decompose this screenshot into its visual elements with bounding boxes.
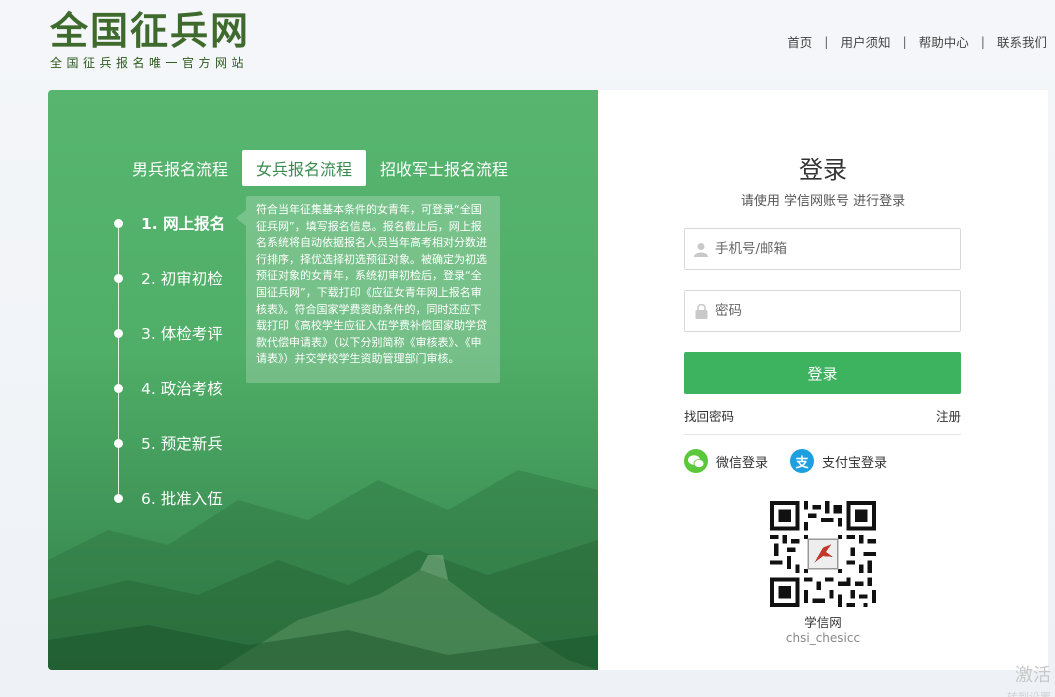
login-button[interactable]: 登录	[684, 352, 961, 394]
step-label: 4. 政治考核	[141, 380, 223, 398]
logo-title: 全国征兵网	[50, 9, 251, 53]
step-initial-check[interactable]: 2. 初审初检	[113, 267, 223, 289]
tab-male-process[interactable]: 男兵报名流程	[118, 150, 242, 186]
site-logo[interactable]: 全国征兵网 全国征兵报名唯一官方网站	[50, 10, 250, 71]
qr-sublabel: chsi_chesicc	[785, 631, 861, 645]
process-panel: 男兵报名流程 女兵报名流程 招收军士报名流程 1. 网上报名 2. 初审初检 3…	[48, 90, 598, 670]
step-approve-enlist[interactable]: 6. 批准入伍	[113, 487, 223, 509]
step-physical-exam[interactable]: 3. 体检考评	[113, 322, 223, 344]
register-link[interactable]: 注册	[936, 406, 961, 425]
password-field[interactable]	[684, 290, 961, 332]
step-online-registration[interactable]: 1. 网上报名	[113, 212, 225, 234]
alipay-login-button[interactable]: 支 支付宝登录	[790, 449, 887, 473]
divider	[684, 434, 961, 435]
step-label: 2. 初审初检	[141, 270, 223, 288]
process-tabs: 男兵报名流程 女兵报名流程 招收军士报名流程	[118, 150, 522, 186]
step-dot	[114, 273, 123, 283]
steps-timeline-line	[118, 221, 119, 496]
username-field[interactable]	[684, 228, 961, 270]
wechat-login-button[interactable]: 微信登录	[684, 449, 768, 473]
wechat-icon	[684, 449, 708, 473]
step-dot	[114, 493, 123, 503]
nav-separator: |	[902, 34, 907, 49]
tab-nco-process[interactable]: 招收军士报名流程	[366, 150, 522, 186]
top-nav: 首页 | 用户须知 | 帮助中心 | 联系我们	[787, 32, 1047, 51]
password-input[interactable]	[715, 303, 960, 319]
step-label: 6. 批准入伍	[141, 490, 223, 508]
wechat-login-label: 微信登录	[716, 455, 769, 471]
tab-female-process[interactable]: 女兵报名流程	[242, 150, 367, 186]
login-subtitle: 请使用 学信网账号 进行登录	[740, 194, 906, 209]
nav-contact-link[interactable]: 联系我们	[997, 32, 1047, 51]
nav-help-link[interactable]: 帮助中心	[919, 32, 969, 51]
alipay-icon: 支	[790, 449, 815, 473]
logo-subtitle: 全国征兵报名唯一官方网站	[50, 56, 249, 70]
nav-home-link[interactable]: 首页	[787, 32, 812, 51]
nav-user-notice-link[interactable]: 用户须知	[841, 32, 891, 51]
nav-separator: |	[824, 34, 829, 49]
qr-label: 学信网	[804, 615, 842, 630]
step-dot	[114, 218, 123, 228]
step-label: 3. 体检考评	[141, 325, 223, 343]
step-dot	[114, 328, 123, 338]
username-input[interactable]	[715, 241, 960, 257]
step-dot	[114, 383, 123, 393]
alipay-login-label: 支付宝登录	[822, 455, 888, 471]
activation-watermark: 激活	[1015, 665, 1051, 686]
social-login: 微信登录 支 支付宝登录	[684, 449, 909, 473]
step-description-tooltip: 符合当年征集基本条件的女青年，可登录“全国征兵网”，填写报名信息。报名截止后，网…	[236, 196, 500, 383]
step-label: 5. 预定新兵	[141, 435, 223, 453]
step-label: 1. 网上报名	[141, 215, 226, 233]
nav-separator: |	[980, 34, 985, 49]
forgot-password-link[interactable]: 找回密码	[684, 406, 734, 425]
user-icon	[693, 241, 709, 257]
step-dot	[114, 438, 123, 448]
login-links: 找回密码 注册	[684, 406, 961, 425]
step-reserve-recruit[interactable]: 5. 预定新兵	[113, 432, 223, 454]
qr-code-image	[770, 501, 876, 607]
login-panel: 登录 请使用 学信网账号 进行登录 登录 找回密码 注册 微信登录 支 支付宝登…	[598, 90, 1048, 670]
lock-icon	[693, 303, 709, 319]
step-political-review[interactable]: 4. 政治考核	[113, 377, 223, 399]
activation-watermark-sub: 转到设置	[1007, 689, 1051, 697]
login-title: 登录	[799, 156, 847, 184]
great-wall-background	[48, 470, 598, 670]
